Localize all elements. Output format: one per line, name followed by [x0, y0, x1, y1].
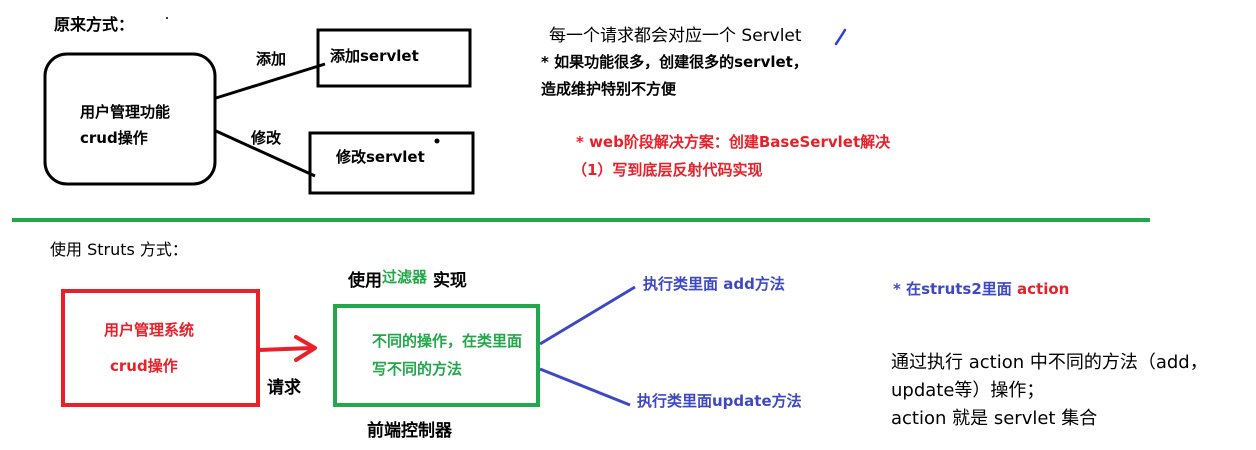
solution-line-2: （1）写到底层反射代码实现	[572, 161, 763, 179]
pen-mark	[834, 28, 847, 46]
add-branch-line	[539, 285, 636, 346]
user-system-box	[61, 289, 260, 407]
filter-prefix: 使用	[348, 271, 382, 291]
filter-caption: 使用过滤器 实现	[348, 266, 467, 291]
summary-line-3: action 就是 servlet 集合	[891, 408, 1098, 429]
controller-label-1: 不同的操作，在类里面	[372, 332, 523, 350]
add-connector	[215, 62, 326, 100]
front-controller-caption: 前端控制器	[367, 421, 452, 441]
summary-line-1: 通过执行 action 中不同的方法（add，	[891, 352, 1208, 373]
user-system-label-1: 用户管理系统	[104, 321, 195, 339]
solution-line-1: * web阶段解决方案：创建BaseServlet解决	[576, 133, 891, 151]
stray-dot	[166, 17, 168, 19]
summary-line-2: update等）操作；	[891, 380, 1045, 401]
struts-approach-heading: 使用 Struts 方式：	[50, 240, 188, 259]
controller-label-2: 写不同的方法	[372, 360, 463, 378]
edit-edge-label: 修改	[251, 129, 282, 147]
request-label: 请求	[267, 378, 301, 398]
update-branch-label: 执行类里面update方法	[637, 392, 802, 410]
front-controller-box	[333, 304, 540, 407]
user-management-label-2: crud操作	[80, 129, 148, 147]
note-title: 每一个请求都会对应一个 Servlet	[549, 26, 802, 46]
struts-note: * 在struts2里面 action	[893, 278, 1069, 299]
note-line-1: * 如果功能很多，创建很多的servlet，	[541, 53, 808, 71]
add-edge-label: 添加	[256, 50, 287, 68]
user-management-label-1: 用户管理功能	[80, 103, 171, 121]
add-servlet-label: 添加servlet	[330, 47, 419, 65]
stray-dot	[434, 138, 440, 144]
struts-note-action: action	[1017, 280, 1070, 298]
filter-word: 过滤器	[382, 268, 428, 286]
add-branch-label: 执行类里面 add方法	[643, 275, 785, 293]
update-branch-line	[539, 367, 631, 407]
note-line-2: 造成维护特别不方便	[541, 80, 677, 98]
request-arrow	[258, 346, 313, 352]
original-approach-heading: 原来方式：	[54, 15, 135, 34]
filter-suffix: 实现	[432, 271, 467, 291]
edit-servlet-label: 修改servlet	[336, 148, 425, 166]
user-system-label-2: crud操作	[110, 357, 178, 375]
struts-note-prefix: * 在struts2里面	[893, 280, 1012, 298]
